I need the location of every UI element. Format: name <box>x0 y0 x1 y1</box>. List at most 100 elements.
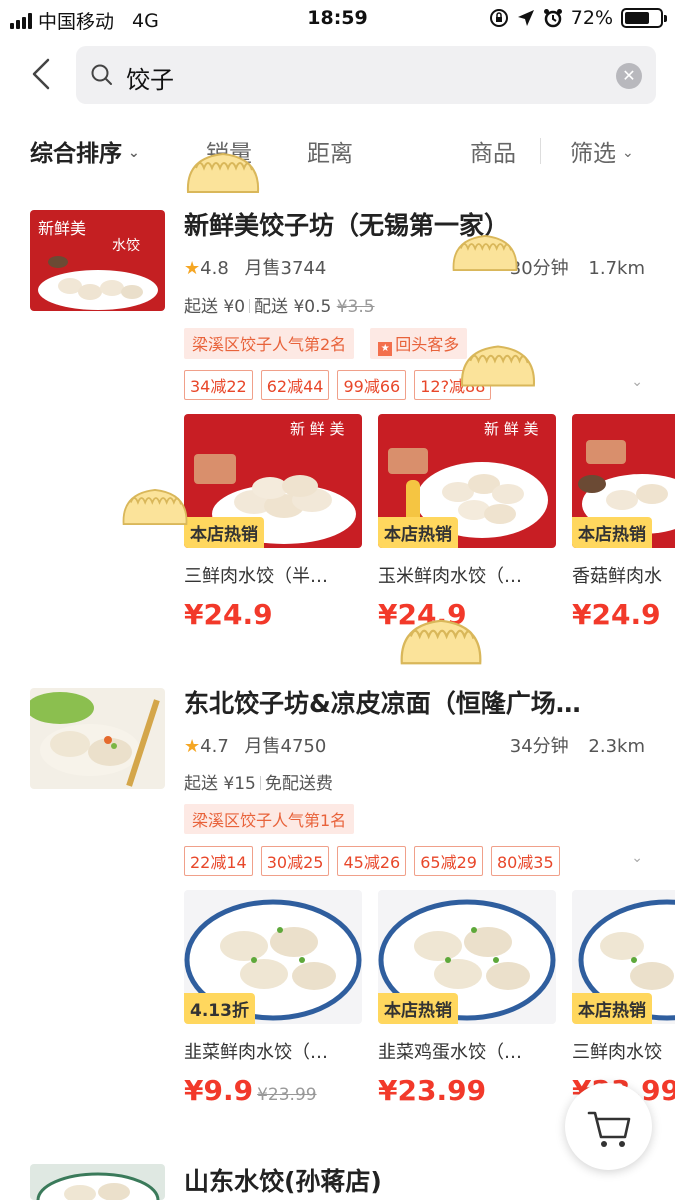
monthly-sales: 月售3744 <box>244 258 327 279</box>
shop-thumbnail: 新鲜美 水饺 <box>30 210 165 311</box>
hot-seller-badge: 本店热销 <box>378 517 458 548</box>
filter-bar: 综合排序⌄ 销量 距离 商品 筛选⌄ <box>0 134 675 170</box>
monthly-sales: 月售4750 <box>244 736 327 757</box>
rating-value: 4.8 <box>200 258 229 279</box>
goods-filter-tab[interactable]: 商品 <box>470 134 516 168</box>
chevron-down-icon: ⌄ <box>622 145 634 161</box>
dish-name: 玉米鲜肉水饺（… <box>378 566 522 587</box>
dish-name: 三鲜肉水饺 <box>572 1042 662 1063</box>
back-button[interactable] <box>28 56 68 100</box>
dish-image: 本店热销 <box>572 890 675 1024</box>
dish-price: ¥9.9 ¥23.99 <box>184 1074 362 1107</box>
dish-card[interactable]: 新 鲜 美 本店热销 三鲜肉水饺（半… ¥24.9 <box>184 414 362 631</box>
original-delivery-fee: ¥3.5 <box>336 297 375 317</box>
chevron-down-icon: ⌄ <box>631 374 643 390</box>
chevron-down-icon: ⌄ <box>631 850 643 866</box>
search-input[interactable]: 饺子 <box>126 60 174 95</box>
eta-value: 34分钟 <box>509 736 569 757</box>
orientation-lock-icon <box>489 9 508 27</box>
svg-text:水饺: 水饺 <box>112 238 140 254</box>
shop-eta: 34分钟 2.3km <box>510 732 645 758</box>
battery-percent: 72% <box>570 7 613 29</box>
dish-name: 韭菜鸡蛋水饺（… <box>378 1042 522 1063</box>
promo-tag: 30减25 <box>260 846 330 876</box>
shop-eta: 30分钟 1.7km <box>510 254 645 280</box>
min-order: 起送 ¥15 <box>184 774 256 794</box>
dish-price: ¥23.99 <box>378 1074 487 1107</box>
promo-tag: 22减14 <box>184 846 253 876</box>
rank-tag: 梁溪区饺子人气第2名 <box>184 328 355 359</box>
hot-seller-badge: 本店热销 <box>378 993 458 1024</box>
clear-search-button[interactable]: ✕ <box>616 63 642 89</box>
original-price: ¥23.99 <box>257 1085 317 1105</box>
star-icon: ★ <box>184 258 201 279</box>
current-price: ¥9.9 <box>184 1074 254 1107</box>
repeat-customer-tag: ★ 回头客多 <box>370 328 468 359</box>
expand-promos-button[interactable]: ⌄ <box>631 850 643 866</box>
dish-image: 新 鲜 美 本店热销 <box>184 414 362 548</box>
dish-card[interactable]: 本店热销 香菇鲜肉水 ¥24.9 <box>572 414 675 631</box>
hot-seller-badge: 本店热销 <box>572 993 652 1024</box>
distance-value: 2.3km <box>588 736 645 757</box>
dumpling-sticker-icon <box>186 152 260 193</box>
divider <box>540 138 541 164</box>
dish-image: 本店热销 <box>378 890 556 1024</box>
expand-promos-button[interactable]: ⌄ <box>631 374 643 390</box>
dish-image: 4.13折 <box>184 890 362 1024</box>
alarm-icon <box>543 9 562 28</box>
dish-card[interactable]: 本店热销 三鲜肉水饺 ¥23.99 <box>572 890 675 1107</box>
shop-name[interactable]: 山东水饺(孙蒋店) <box>184 1162 382 1198</box>
promo-tag: 65减29 <box>414 846 483 876</box>
dumpling-sticker-icon <box>122 489 188 525</box>
dish-card[interactable]: 4.13折 韭菜鲜肉水饺（… ¥9.9 ¥23.99 <box>184 890 362 1107</box>
shop-fees: 起送 ¥0 配送 ¥0.5 ¥3.5 <box>184 292 375 317</box>
dish-image: 新 鲜 美 本店热销 <box>378 414 556 548</box>
dish-name: 三鲜肉水饺（半… <box>184 566 328 587</box>
cart-button[interactable] <box>565 1083 652 1170</box>
filter-label: 筛选 <box>570 141 616 167</box>
filter-dropdown[interactable]: 筛选 ⌄ <box>570 134 634 168</box>
distance-filter-tab[interactable]: 距离 <box>307 134 353 168</box>
location-arrow-icon <box>517 10 534 26</box>
dish-brand-text: 新 鲜 美 <box>290 420 345 438</box>
battery-icon <box>621 8 667 28</box>
dish-name: 韭菜鲜肉水饺（… <box>184 1042 328 1063</box>
close-icon: ✕ <box>622 66 636 85</box>
dish-image: 本店热销 <box>572 414 675 548</box>
shop-name[interactable]: 东北饺子坊&凉皮凉面（恒隆广场… <box>184 684 581 720</box>
svg-text:新鲜美: 新鲜美 <box>38 219 86 238</box>
shop-rating: ★4.7 月售4750 <box>184 732 326 758</box>
dish-name: 香菇鲜肉水 <box>572 566 662 587</box>
dish-brand-text: 新 鲜 美 <box>484 420 539 438</box>
dumpling-sticker-icon <box>400 619 482 665</box>
promo-tag: 34减22 <box>184 370 253 400</box>
promo-tag: 62减44 <box>260 370 330 400</box>
dumpling-sticker-icon <box>461 345 535 387</box>
cart-icon <box>587 1111 631 1147</box>
rank-tag: 梁溪区饺子人气第1名 <box>184 804 355 834</box>
shop-thumbnail <box>30 688 165 789</box>
hot-seller-badge: 本店热销 <box>572 517 652 548</box>
hot-seller-badge: 本店热销 <box>184 517 264 548</box>
dish-card[interactable]: 新 鲜 美 本店热销 玉米鲜肉水饺（… ¥24.9 <box>378 414 556 631</box>
promo-tag: 80减35 <box>490 846 560 876</box>
shop-card[interactable]: 新鲜美 水饺 新鲜美饺子坊（无锡第一家） ★4.8 月售3744 30分钟 1.… <box>0 200 675 660</box>
shop-thumbnail <box>30 1164 165 1200</box>
discount-badge: 4.13折 <box>184 993 255 1024</box>
delivery-fee: 配送 ¥0.5 <box>254 297 332 317</box>
status-bar: 中国移动 4G 18:59 72% <box>0 0 675 38</box>
rating-value: 4.7 <box>200 736 229 757</box>
dish-price: ¥24.9 <box>184 598 273 631</box>
chevron-left-icon <box>32 58 50 90</box>
bookmark-icon: ★ <box>378 342 393 356</box>
repeat-tag-label: 回头客多 <box>395 335 460 354</box>
promo-tag: 99减66 <box>337 370 407 400</box>
distance-value: 1.7km <box>588 258 645 279</box>
dish-card[interactable]: 本店热销 韭菜鸡蛋水饺（… ¥23.99 <box>378 890 556 1107</box>
shop-fees: 起送 ¥15 免配送费 <box>184 769 333 794</box>
promo-tag: 45减26 <box>337 846 407 876</box>
search-bar[interactable]: 饺子 ✕ <box>76 46 656 104</box>
sort-dropdown[interactable]: 综合排序 ⌄ <box>30 134 140 168</box>
min-order: 起送 ¥0 <box>184 297 246 317</box>
delivery-fee: 免配送费 <box>264 774 333 794</box>
